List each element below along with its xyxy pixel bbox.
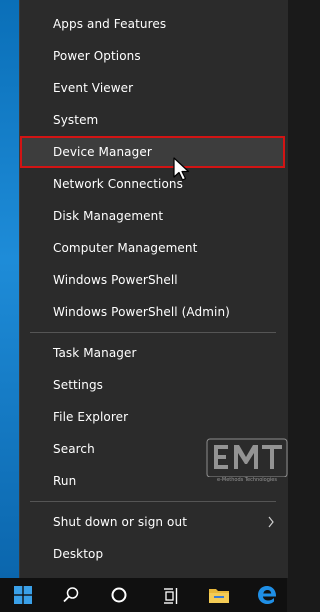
winx-power-user-menu: Apps and Features Power Options Event Vi… — [19, 0, 288, 578]
menu-item-shut-down-or-sign-out[interactable]: Shut down or sign out — [20, 506, 288, 538]
menu-item-desktop[interactable]: Desktop — [20, 538, 288, 570]
taskbar-search-button[interactable] — [48, 578, 94, 612]
mouse-pointer-icon — [171, 156, 195, 184]
menu-item-event-viewer[interactable]: Event Viewer — [20, 72, 288, 104]
menu-item-disk-management[interactable]: Disk Management — [20, 200, 288, 232]
task-view-button[interactable] — [148, 578, 194, 612]
menu-item-label: Shut down or sign out — [53, 515, 188, 529]
menu-item-settings[interactable]: Settings — [20, 369, 288, 401]
menu-item-windows-powershell[interactable]: Windows PowerShell — [20, 264, 288, 296]
menu-separator — [30, 501, 276, 502]
menu-separator — [30, 332, 276, 333]
watermark-logo: e-Methods Technologies — [204, 437, 290, 491]
menu-item-network-connections[interactable]: Network Connections — [20, 168, 288, 200]
menu-item-system[interactable]: System — [20, 104, 288, 136]
watermark-caption: e-Methods Technologies — [217, 477, 277, 483]
menu-item-computer-management[interactable]: Computer Management — [20, 232, 288, 264]
menu-item-file-explorer[interactable]: File Explorer — [20, 401, 288, 433]
menu-item-windows-powershell-admin[interactable]: Windows PowerShell (Admin) — [20, 296, 288, 328]
menu-item-task-manager[interactable]: Task Manager — [20, 337, 288, 369]
menu-item-apps-and-features[interactable]: Apps and Features — [20, 8, 288, 40]
start-button[interactable] — [0, 578, 46, 612]
file-explorer-taskbar-button[interactable] — [196, 578, 242, 612]
taskbar — [0, 578, 287, 612]
menu-item-power-options[interactable]: Power Options — [20, 40, 288, 72]
menu-item-device-manager[interactable]: Device Manager — [20, 136, 285, 168]
edge-taskbar-button[interactable] — [244, 578, 290, 612]
chevron-right-icon — [266, 506, 276, 538]
cortana-button[interactable] — [96, 578, 142, 612]
